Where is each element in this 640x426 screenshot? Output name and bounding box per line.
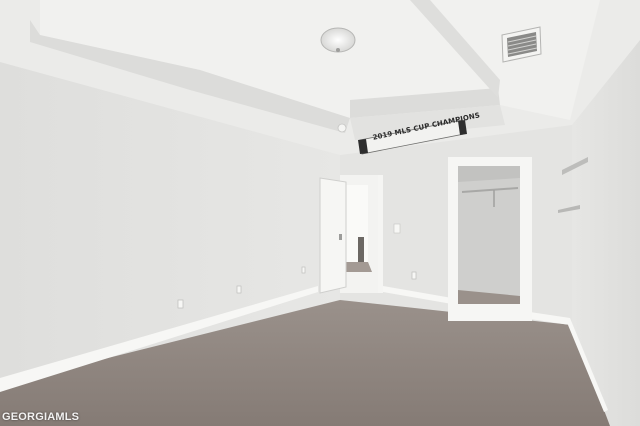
- hallway-furniture: [358, 237, 364, 262]
- closet-interior: [458, 166, 520, 304]
- hallway-floor: [346, 262, 372, 272]
- ceiling-light-finial: [336, 48, 340, 52]
- wall-outlet-left: [177, 299, 184, 309]
- door-handle: [339, 234, 342, 240]
- light-switch: [393, 223, 401, 234]
- watermark-logo: GEORGIAMLS: [2, 411, 80, 423]
- hallway-far-wall: [346, 185, 368, 267]
- smoke-detector: [337, 123, 347, 133]
- wall-outlet-center: [236, 285, 242, 294]
- wall-outlet-near-door: [301, 266, 306, 274]
- room-illustration: [0, 0, 640, 426]
- room-photo: 2019 MLS CUP CHAMPIONS GEORGIAMLS: [0, 0, 640, 426]
- doorway-trim: [378, 175, 383, 293]
- open-door: [319, 177, 347, 294]
- wall-outlet-back: [411, 271, 417, 280]
